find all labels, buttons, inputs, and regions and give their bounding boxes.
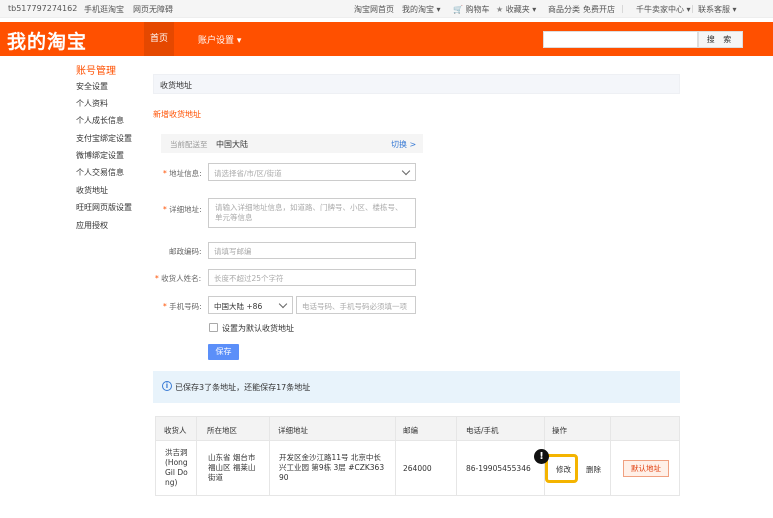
detail-address-textarea[interactable]: 请输入详细地址信息，如道路、门牌号、小区、楼栋号、单元等信息: [208, 198, 416, 228]
categories-link[interactable]: 商品分类: [548, 4, 580, 15]
save-button[interactable]: 保存: [208, 344, 239, 360]
alert-icon: !: [534, 449, 549, 464]
accessibility-link[interactable]: 网页无障碍: [133, 4, 173, 15]
sidebar-item-profile[interactable]: 个人资料: [76, 98, 108, 109]
address-region-select[interactable]: 请选择省/市/区/街道: [208, 163, 416, 181]
divider: [269, 417, 270, 495]
table-header-cell: 邮编: [403, 426, 418, 435]
my-taobao-link[interactable]: 我的淘宝 ▾: [402, 4, 441, 15]
chevron-down-icon: ▾: [436, 5, 441, 14]
open-shop-link[interactable]: 免费开店: [583, 4, 615, 15]
divider: [456, 417, 457, 495]
table-header-cell: 操作: [552, 426, 567, 435]
divider: |: [621, 4, 624, 13]
chevron-down-icon: ▾: [686, 5, 691, 14]
section-header: 收货地址: [153, 74, 680, 94]
default-address-label[interactable]: 设置为默认收货地址: [222, 323, 294, 334]
sidebar-item-trade-info[interactable]: 个人交易信息: [76, 167, 124, 178]
table-row-phone: 86-19905455346: [466, 464, 531, 473]
table-row-zip: 264000: [403, 464, 432, 473]
region-label: 当前配送至: [170, 140, 208, 149]
divider: [196, 417, 197, 495]
service-label: 联系客服: [698, 5, 730, 14]
required-mark: *: [163, 302, 167, 311]
receiver-name-label: * 收货人姓名:: [155, 274, 202, 283]
seller-center-label: 千牛卖家中心: [636, 5, 684, 14]
chevron-down-icon: ▾: [532, 5, 537, 14]
chevron-down-icon: ▾: [732, 5, 737, 14]
divider: [610, 417, 611, 495]
taobao-home-link[interactable]: 淘宝网首页: [354, 4, 394, 15]
table-header-cell: 收货人: [164, 426, 187, 435]
region-value: 中国大陆: [216, 140, 248, 149]
address-table: 收货人 所在地区 详细地址 邮编 电话/手机 操作 洪吉洞 (Hong Gil …: [155, 416, 680, 496]
cart-label: 购物车: [465, 5, 490, 14]
delete-address-link[interactable]: 删除: [586, 464, 601, 475]
sidebar-item-security[interactable]: 安全设置: [76, 81, 108, 92]
star-icon: ★: [496, 5, 504, 14]
required-mark: *: [155, 274, 159, 283]
phone-label: * 手机号码:: [163, 302, 202, 311]
sidebar-item-growth[interactable]: 个人成长信息: [76, 115, 124, 126]
table-row-region: 山东省 烟台市 福山区 福莱山 街道: [208, 453, 256, 482]
seller-center-link[interactable]: 千牛卖家中心 ▾: [636, 4, 691, 15]
highlight-box: [545, 454, 578, 483]
table-header-cell: 电话/手机: [466, 426, 499, 435]
sidebar-item-weibo[interactable]: 微博绑定设置: [76, 150, 124, 161]
section-title: 收货地址: [160, 81, 192, 90]
sidebar-item-alipay[interactable]: 支付宝绑定设置: [76, 133, 132, 144]
cart-icon: 🛒: [453, 5, 463, 14]
required-mark: *: [163, 169, 167, 178]
info-icon: i: [162, 381, 172, 391]
default-address-checkbox[interactable]: [209, 323, 218, 332]
sidebar-item-app-auth[interactable]: 应用授权: [76, 220, 108, 231]
search-button[interactable]: 搜 索: [698, 31, 743, 48]
table-row-address: 开发区金沙江路11号 北京中长 兴工业园 第9栋 3层 #CZK363 90: [279, 453, 385, 482]
zip-input[interactable]: 请填写邮编: [208, 242, 416, 259]
address-count-text: 已保存3了条地址，还能保存17条地址: [175, 383, 311, 392]
sidebar-item-wangwang[interactable]: 旺旺网页版设置: [76, 202, 132, 213]
main-header: 我的淘宝 首页 账户设置 ▾ 搜 索: [0, 22, 773, 56]
table-header-cell: 所在地区: [207, 426, 237, 435]
nav-account-settings[interactable]: 账户设置 ▾: [198, 33, 241, 46]
phone-region-select[interactable]: 中国大陆 +86: [208, 296, 293, 314]
table-row-receiver: 洪吉洞 (Hong Gil Do ng): [165, 448, 188, 487]
table-header-cell: 详细地址: [278, 426, 308, 435]
top-utility-bar: tb517797274162 手机逛淘宝 网页无障碍 淘宝网首页 我的淘宝 ▾ …: [0, 0, 773, 18]
new-address-title: 新增收货地址: [153, 110, 201, 119]
required-mark: *: [163, 205, 167, 214]
sidebar-title: 账号管理: [76, 66, 116, 77]
zip-label: 邮政编码:: [169, 247, 202, 256]
logo[interactable]: 我的淘宝: [7, 27, 87, 54]
favorites-label: 收藏夹: [505, 5, 530, 14]
nav-home[interactable]: 首页: [144, 22, 175, 56]
mobile-taobao-link[interactable]: 手机逛淘宝: [84, 4, 124, 15]
my-taobao-label: 我的淘宝: [402, 5, 434, 14]
favorites-link[interactable]: ★ 收藏夹 ▾: [496, 4, 536, 15]
info-bar: i 已保存3了条地址，还能保存17条地址: [153, 371, 680, 403]
sidebar-item-address[interactable]: 收货地址: [76, 185, 108, 196]
address-label: * 地址信息:: [163, 169, 202, 178]
cart-link[interactable]: 🛒 购物车: [453, 4, 490, 15]
receiver-name-input[interactable]: 长度不超过25个字符: [208, 269, 416, 286]
divider: |: [691, 4, 694, 13]
username-link[interactable]: tb517797274162: [8, 4, 77, 13]
phone-input[interactable]: 电话号码、手机号码必须填一项: [296, 296, 416, 314]
region-switch-link[interactable]: 切换 >: [391, 139, 416, 150]
service-link[interactable]: 联系客服 ▾: [698, 4, 737, 15]
detail-address-label: * 详细地址:: [163, 205, 202, 214]
search-input[interactable]: [543, 31, 698, 48]
divider: [395, 417, 396, 495]
set-default-button[interactable]: 默认地址: [623, 460, 669, 477]
region-bar: 当前配送至 中国大陆 切换 >: [161, 134, 423, 153]
table-header: 收货人 所在地区 详细地址 邮编 电话/手机 操作: [156, 417, 679, 441]
